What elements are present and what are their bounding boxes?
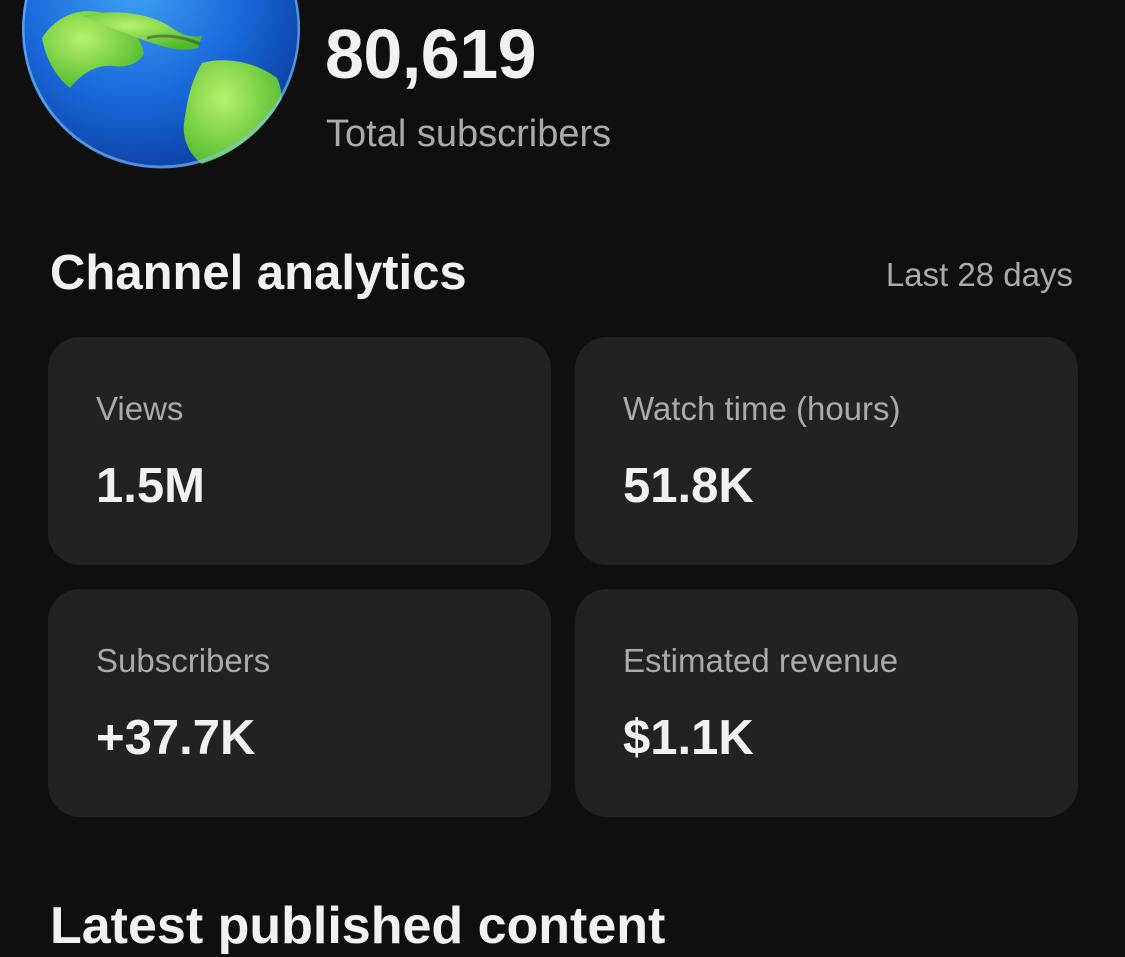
subscribers-card[interactable]: Subscribers +37.7K	[48, 589, 551, 817]
total-subscribers-label: Total subscribers	[326, 113, 612, 155]
estimated-revenue-card[interactable]: Estimated revenue $1.1K	[575, 589, 1078, 817]
subscribers-value: +37.7K	[96, 711, 256, 765]
channel-avatar[interactable]	[22, 0, 300, 170]
views-card[interactable]: Views 1.5M	[48, 337, 551, 565]
estimated-revenue-label: Estimated revenue	[623, 642, 899, 679]
watch-time-card[interactable]: Watch time (hours) 51.8K	[575, 337, 1078, 565]
subscribers-label: Subscribers	[96, 642, 271, 679]
estimated-revenue-value: $1.1K	[623, 711, 754, 765]
latest-content-title: Latest published content	[50, 897, 666, 955]
views-label: Views	[96, 390, 184, 427]
channel-analytics-title: Channel analytics	[50, 246, 467, 300]
watch-time-value: 51.8K	[623, 459, 754, 513]
globe-americas-icon	[22, 0, 300, 169]
period-selector[interactable]: Last 28 days	[886, 255, 1073, 295]
total-subscribers-count: 80,619	[325, 15, 537, 93]
watch-time-label: Watch time (hours)	[623, 390, 901, 427]
views-value: 1.5M	[96, 459, 205, 513]
